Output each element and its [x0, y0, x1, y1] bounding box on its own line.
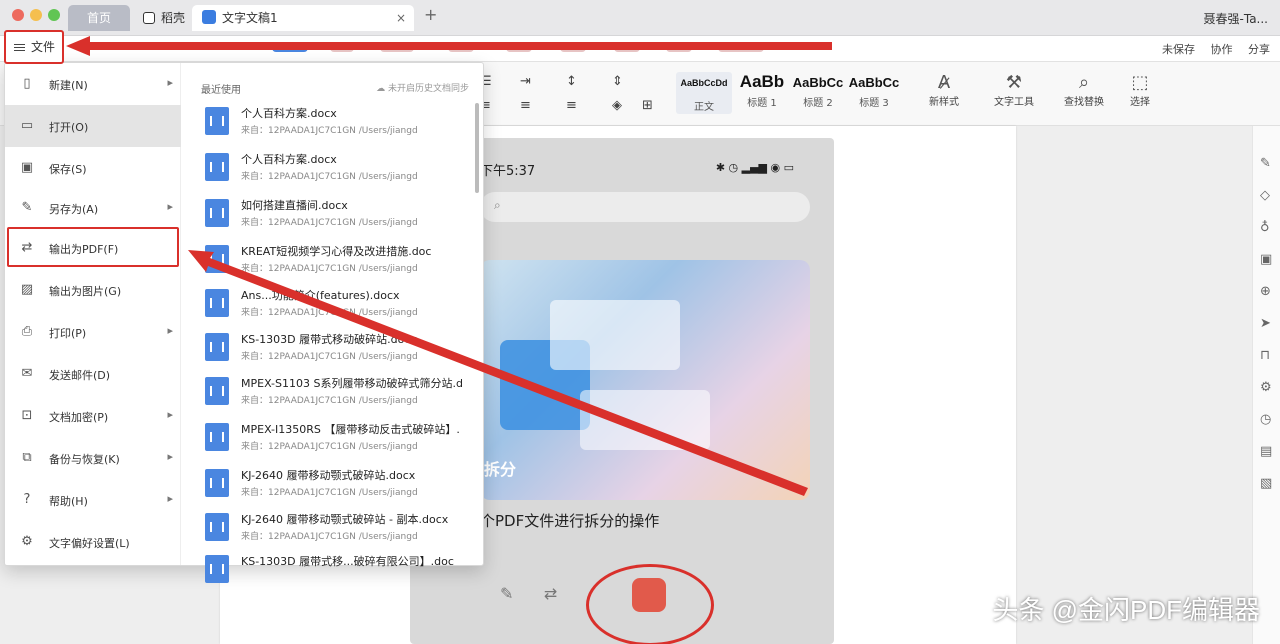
arrow-to-file-button — [66, 36, 832, 56]
annotation-arrows — [66, 36, 832, 496]
arrow-to-export-pdf — [188, 250, 808, 496]
watermark: 头条 @金闪PDF编辑器 — [992, 595, 1260, 625]
